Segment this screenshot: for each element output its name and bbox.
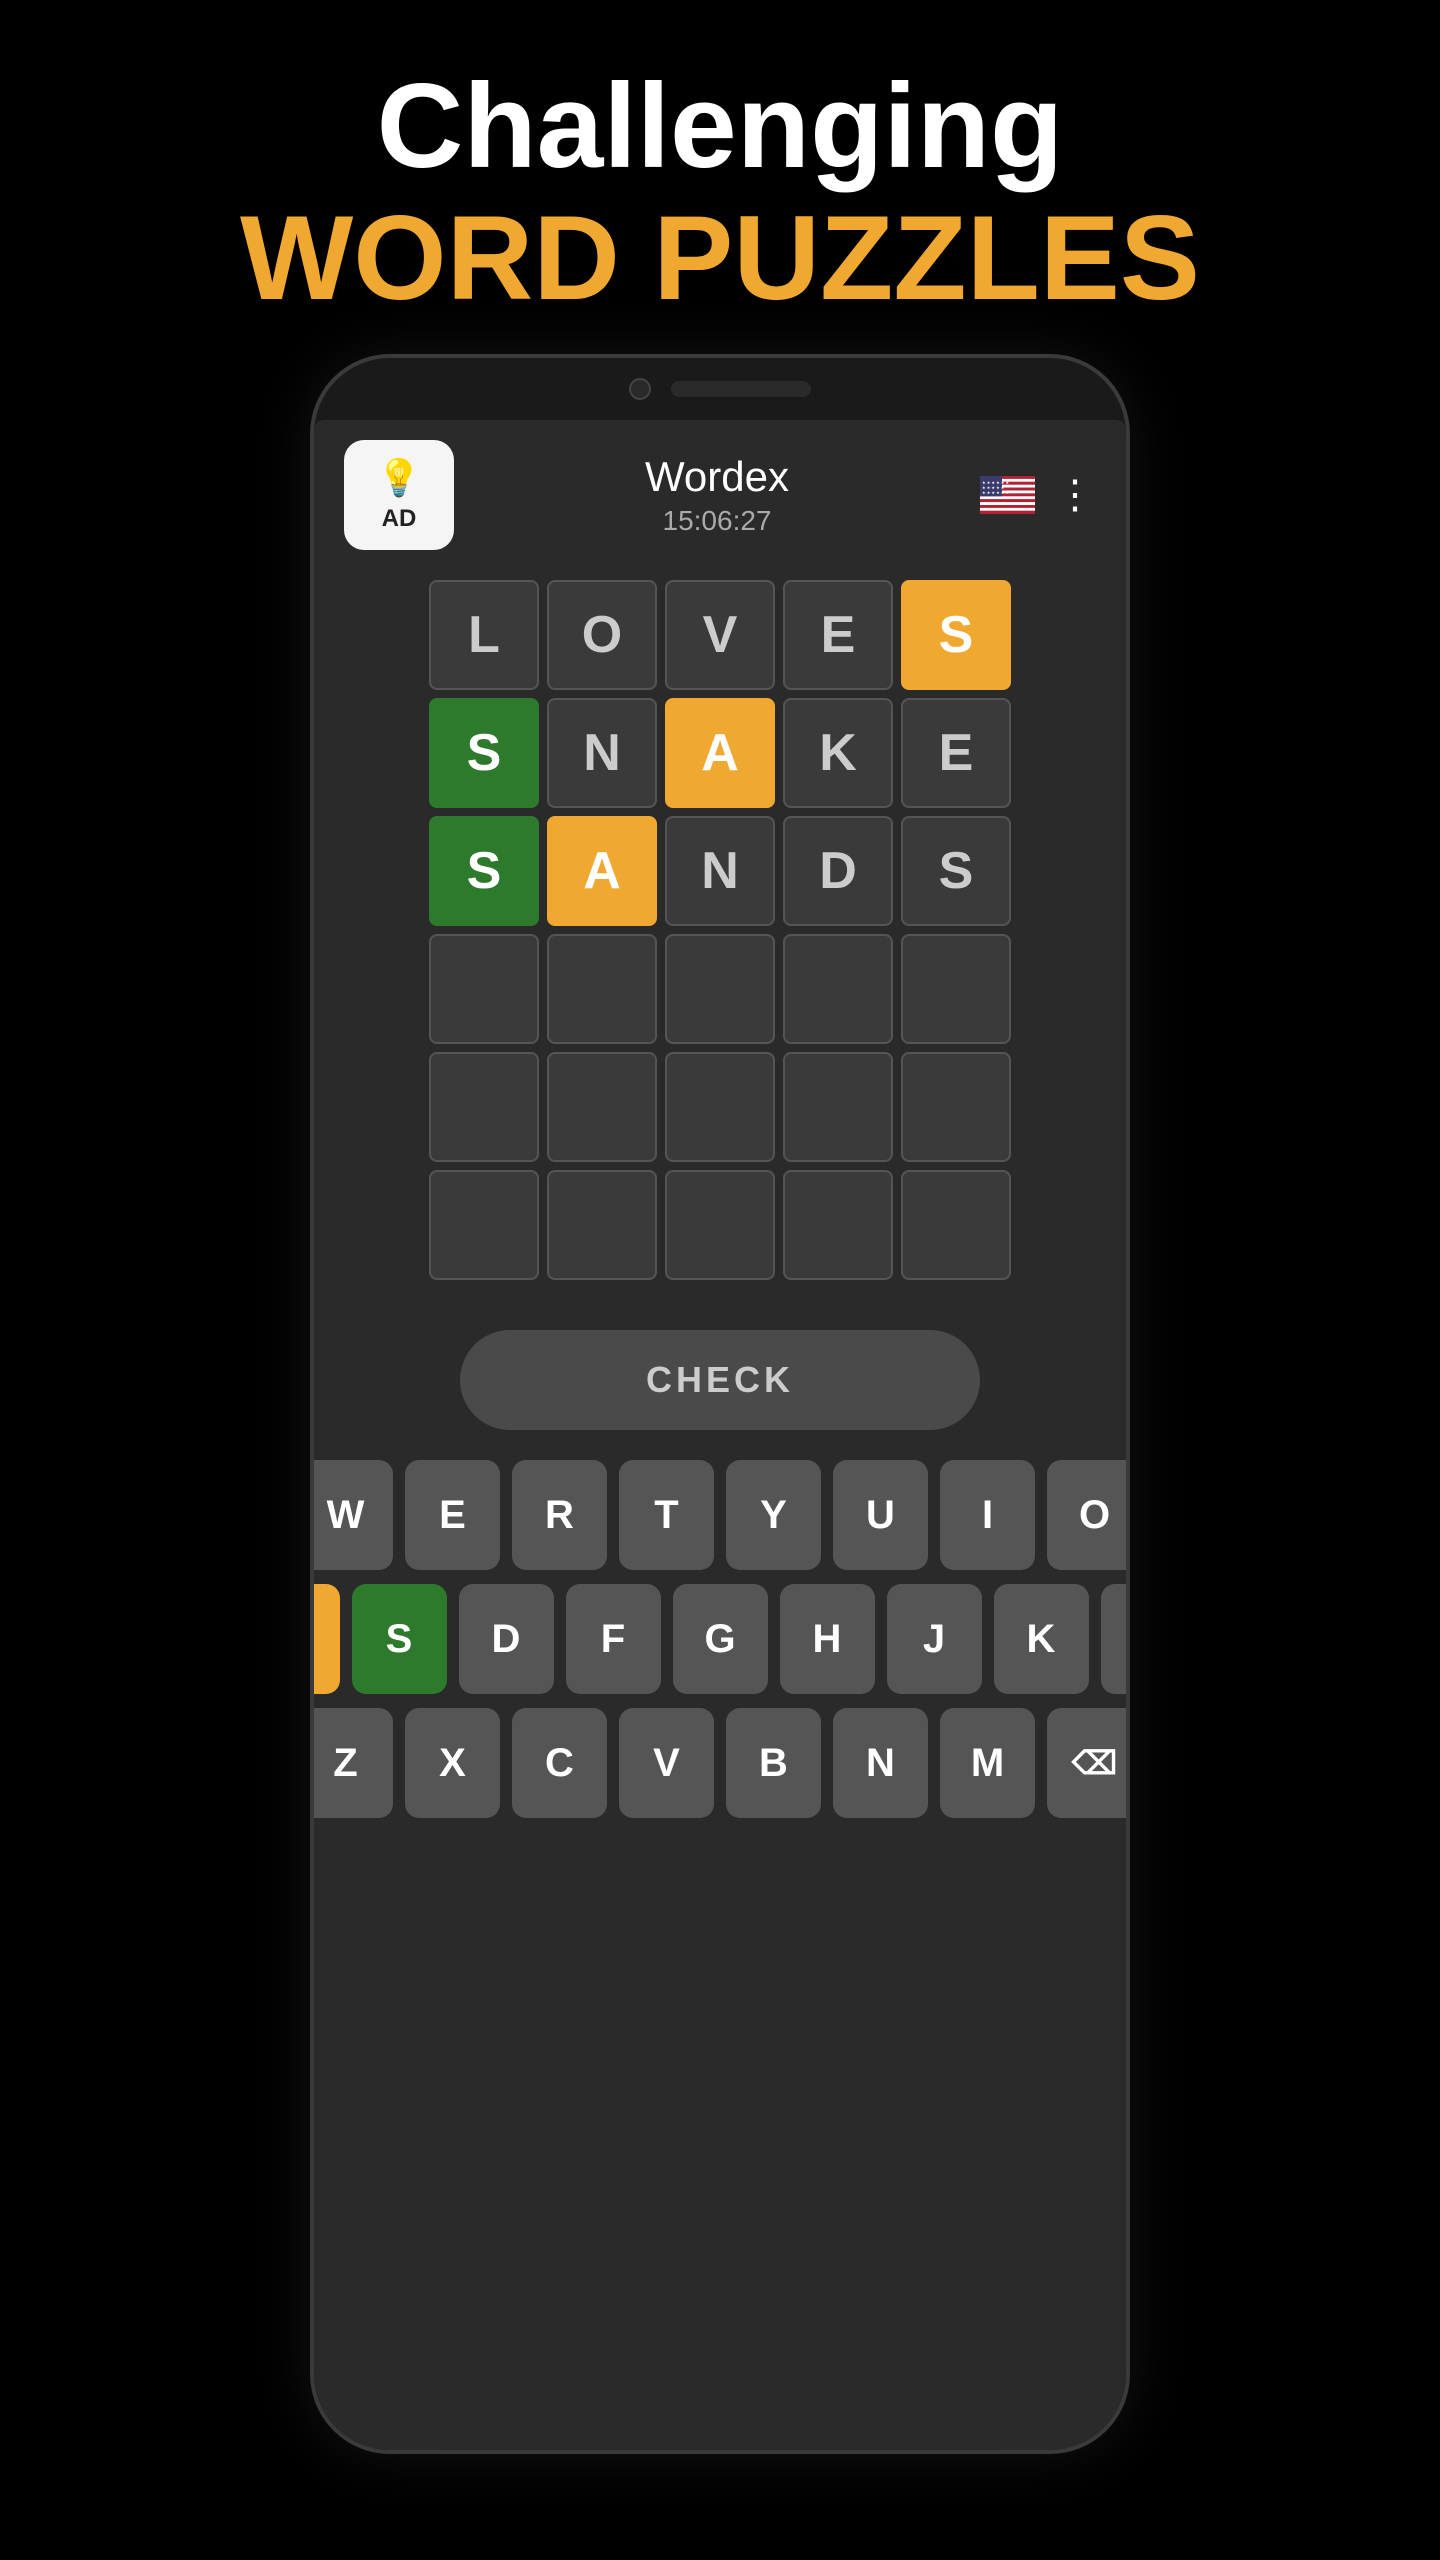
keyboard: QWERTYUIOP ASDFGHJKL ZXCVBNM⌫ (314, 1460, 1126, 1818)
check-button[interactable]: CHECK (460, 1330, 980, 1430)
cell-r0-c4: S (901, 580, 1011, 690)
phone-top (314, 358, 1126, 410)
cell-r1-c1: N (547, 698, 657, 808)
keyboard-row-1: QWERTYUIOP (310, 1460, 1130, 1570)
key-z[interactable]: Z (310, 1708, 393, 1818)
key-f[interactable]: F (566, 1584, 661, 1694)
key-a[interactable]: A (310, 1584, 340, 1694)
key-g[interactable]: G (673, 1584, 768, 1694)
cell-r0-c0: L (429, 580, 539, 690)
cell-r4-c2 (665, 1052, 775, 1162)
ad-label: AD (382, 505, 417, 533)
key-o[interactable]: O (1047, 1460, 1130, 1570)
cell-r2-c3: D (783, 816, 893, 926)
key-k[interactable]: K (994, 1584, 1089, 1694)
key-l[interactable]: L (1101, 1584, 1131, 1694)
headline-area: Challenging WORD PUZZLES (240, 0, 1200, 324)
key-backspace[interactable]: ⌫ (1047, 1708, 1130, 1818)
cell-r0-c3: E (783, 580, 893, 690)
key-h[interactable]: H (780, 1584, 875, 1694)
app-content: 💡 AD Wordex 15:06:27 (314, 420, 1126, 2450)
key-e[interactable]: E (405, 1460, 500, 1570)
key-n[interactable]: N (833, 1708, 928, 1818)
headline-line2: WORD PUZZLES (240, 192, 1200, 324)
cell-r1-c4: E (901, 698, 1011, 808)
key-r[interactable]: R (512, 1460, 607, 1570)
cell-r3-c0 (429, 934, 539, 1044)
key-b[interactable]: B (726, 1708, 821, 1818)
cell-r5-c0 (429, 1170, 539, 1280)
cell-r5-c1 (547, 1170, 657, 1280)
cell-r5-c2 (665, 1170, 775, 1280)
keyboard-row-3: ZXCVBNM⌫ (310, 1708, 1130, 1818)
key-m[interactable]: M (940, 1708, 1035, 1818)
cell-r4-c1 (547, 1052, 657, 1162)
menu-icon[interactable]: ⋮ (1055, 483, 1096, 507)
key-t[interactable]: T (619, 1460, 714, 1570)
cell-r3-c3 (783, 934, 893, 1044)
key-j[interactable]: J (887, 1584, 982, 1694)
key-i[interactable]: I (940, 1460, 1035, 1570)
cell-r2-c2: N (665, 816, 775, 926)
ad-button[interactable]: 💡 AD (344, 440, 454, 550)
cell-r1-c0: S (429, 698, 539, 808)
key-y[interactable]: Y (726, 1460, 821, 1570)
phone-camera (629, 378, 651, 400)
cell-r2-c4: S (901, 816, 1011, 926)
key-d[interactable]: D (459, 1584, 554, 1694)
key-x[interactable]: X (405, 1708, 500, 1818)
cell-r1-c3: K (783, 698, 893, 808)
key-u[interactable]: U (833, 1460, 928, 1570)
cell-r4-c4 (901, 1052, 1011, 1162)
cell-r3-c4 (901, 934, 1011, 1044)
flag-icon: ★ ★ ★ ★ ★ ★ ★ ★ ★ ★ ★ ★ ★ ★ ★ ★ ★ (980, 476, 1035, 514)
keyboard-row-2: ASDFGHJKL (310, 1584, 1130, 1694)
cell-r0-c2: V (665, 580, 775, 690)
cell-r3-c2 (665, 934, 775, 1044)
cell-r5-c4 (901, 1170, 1011, 1280)
headline-line1: Challenging (240, 60, 1200, 192)
cell-r0-c1: O (547, 580, 657, 690)
cell-r3-c1 (547, 934, 657, 1044)
key-c[interactable]: C (512, 1708, 607, 1818)
svg-text:★ ★ ★ ★ ★ ★: ★ ★ ★ ★ ★ ★ (982, 490, 1009, 495)
header-icons: ★ ★ ★ ★ ★ ★ ★ ★ ★ ★ ★ ★ ★ ★ ★ ★ ★ ⋮ (980, 476, 1096, 514)
cell-r2-c0: S (429, 816, 539, 926)
cell-r1-c2: A (665, 698, 775, 808)
app-title-area: Wordex 15:06:27 (454, 453, 980, 537)
bulb-icon: 💡 (377, 457, 422, 499)
key-w[interactable]: W (310, 1460, 393, 1570)
key-s[interactable]: S (352, 1584, 447, 1694)
app-timer: 15:06:27 (454, 505, 980, 537)
cell-r4-c0 (429, 1052, 539, 1162)
phone-frame: 💡 AD Wordex 15:06:27 (310, 354, 1130, 2454)
cell-r2-c1: A (547, 816, 657, 926)
app-title: Wordex (454, 453, 980, 501)
cell-r4-c3 (783, 1052, 893, 1162)
key-v[interactable]: V (619, 1708, 714, 1818)
app-header: 💡 AD Wordex 15:06:27 (314, 420, 1126, 570)
phone-speaker (671, 381, 811, 397)
game-grid: LOVESSNAKESANDS (429, 580, 1011, 1280)
cell-r5-c3 (783, 1170, 893, 1280)
